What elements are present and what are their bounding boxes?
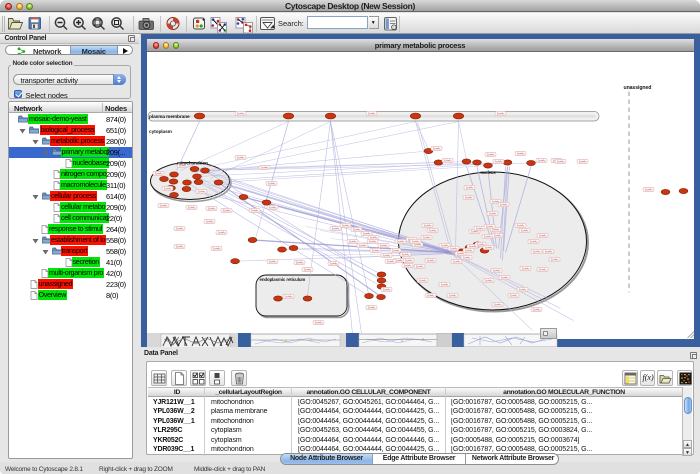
svg-text:cytoplasm: cytoplasm — [149, 129, 172, 135]
svg-text:mitochondrion: mitochondrion — [177, 160, 208, 165]
svg-text:nucleus: nucleus — [480, 170, 496, 175]
svg-text:plasma membrane: plasma membrane — [149, 114, 190, 120]
svg-text:endoplasmic reticulum: endoplasmic reticulum — [259, 277, 305, 282]
svg-text:unassigned: unassigned — [623, 85, 651, 91]
